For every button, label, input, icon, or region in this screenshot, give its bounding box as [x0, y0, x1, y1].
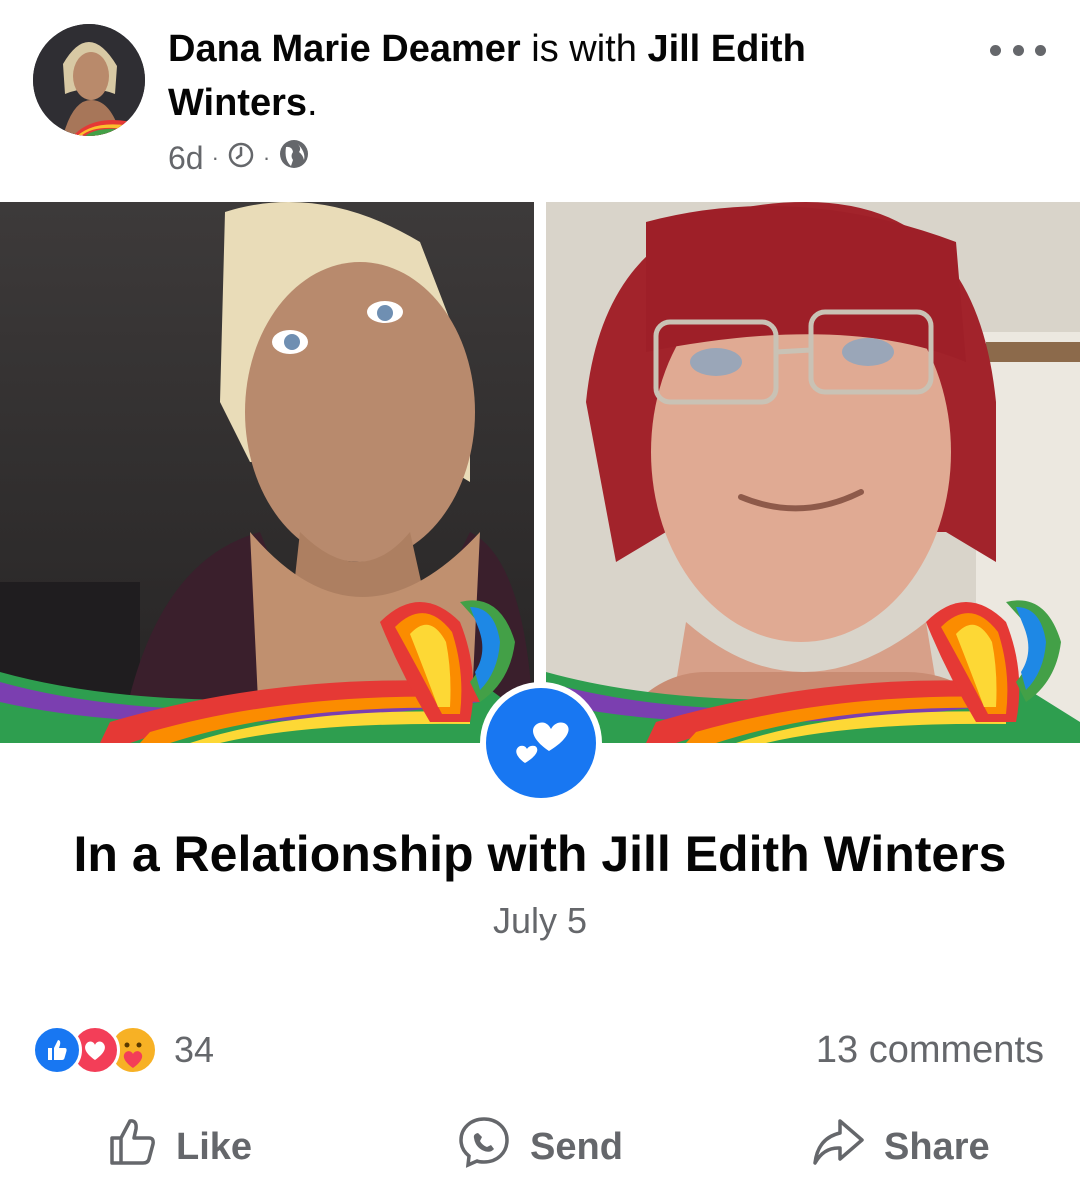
- share-label: Share: [884, 1125, 990, 1168]
- share-arrow-icon: [810, 1116, 866, 1178]
- post-action-bar: Like Send Share: [0, 1112, 1080, 1182]
- separator-dot: ·: [262, 145, 271, 170]
- like-button[interactable]: Like: [106, 1112, 252, 1182]
- more-dot: [1035, 44, 1046, 56]
- separator-dot: ·: [211, 145, 219, 170]
- period: .: [307, 82, 318, 124]
- like-reaction-icon: [32, 1025, 82, 1075]
- post-author-line: Dana Marie Deamer is with Jill Edith Win…: [168, 22, 948, 130]
- messenger-icon: [456, 1114, 512, 1180]
- send-label: Send: [530, 1125, 623, 1168]
- with-text: is with: [531, 28, 637, 70]
- post-header: Dana Marie Deamer is with Jill Edith Win…: [0, 0, 1080, 200]
- globe-icon: [278, 138, 310, 178]
- relationship-badge: [480, 682, 602, 804]
- thumbs-up-icon: [106, 1116, 158, 1178]
- author-avatar[interactable]: [33, 24, 145, 136]
- reaction-summary[interactable]: 34: [32, 1024, 214, 1076]
- author-name[interactable]: Dana Marie Deamer: [168, 28, 521, 70]
- send-button[interactable]: Send: [456, 1112, 623, 1182]
- post-time[interactable]: 6d: [168, 140, 204, 177]
- tagged-user-first[interactable]: Jill Edith: [647, 28, 805, 70]
- photo-right[interactable]: [546, 202, 1080, 743]
- comments-count[interactable]: 13 comments: [816, 1024, 1044, 1076]
- reaction-count: 34: [174, 1029, 215, 1070]
- photo-left[interactable]: [0, 202, 534, 743]
- more-dot: [1012, 44, 1024, 56]
- more-options-button[interactable]: [990, 30, 1046, 70]
- share-button[interactable]: Share: [810, 1112, 990, 1182]
- post-meta: 6d · ·: [168, 136, 310, 180]
- life-event-date: July 5: [492, 900, 588, 941]
- clock-icon: [227, 140, 255, 177]
- life-event-photos: [0, 202, 1080, 743]
- like-label: Like: [176, 1125, 253, 1168]
- more-dots-icon: [990, 44, 1001, 56]
- hearts-icon: [486, 688, 596, 798]
- life-event-title[interactable]: In a Relationship with Jill Edith Winter…: [0, 822, 1080, 886]
- tagged-user-second[interactable]: Winters: [168, 82, 307, 124]
